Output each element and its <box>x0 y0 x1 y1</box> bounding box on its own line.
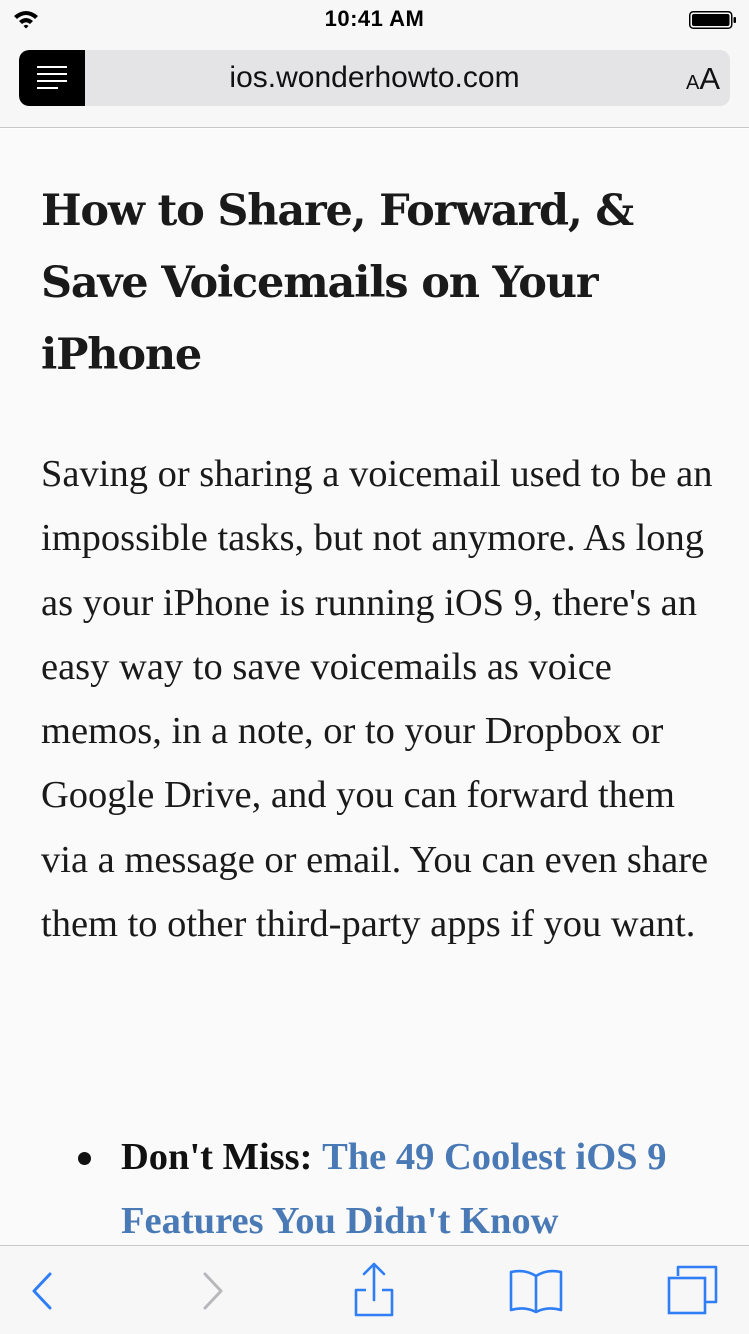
status-time: 10:41 AM <box>324 6 425 31</box>
tabs-button[interactable] <box>650 1246 740 1334</box>
url-text[interactable]: ios.wonderhowto.com <box>85 50 664 106</box>
bookmarks-book-icon <box>509 1269 563 1314</box>
article-title: How to Share, Forward, & Save Voicemails… <box>41 186 634 380</box>
battery-icon <box>689 11 737 29</box>
related-links-list: Don't Miss: The 49 Coolest iOS 9 Feature… <box>78 1125 718 1245</box>
tabs-icon <box>667 1265 718 1315</box>
address-bar[interactable]: ios.wonderhowto.com AA <box>19 50 730 106</box>
share-button[interactable] <box>330 1246 420 1334</box>
dont-miss-label: Don't Miss: <box>121 1136 313 1178</box>
reader-view-content[interactable]: How to Share, Forward, & Save Voicemails… <box>0 129 749 1245</box>
text-size-button[interactable]: AA <box>686 50 720 106</box>
list-item: Don't Miss: The 49 Coolest iOS 9 Feature… <box>78 1125 718 1245</box>
forward-button[interactable] <box>175 1246 265 1334</box>
back-button[interactable] <box>0 1246 90 1334</box>
forward-chevron-icon <box>203 1272 223 1310</box>
reader-view-button[interactable] <box>19 50 85 106</box>
text-size-small-label: A <box>685 72 700 94</box>
address-bar-container: ios.wonderhowto.com AA <box>0 40 749 128</box>
bottom-toolbar <box>0 1245 749 1334</box>
reader-view-icon <box>37 66 67 89</box>
text-size-large-label: A <box>699 61 720 96</box>
share-icon <box>354 1262 394 1317</box>
back-chevron-icon <box>32 1272 52 1310</box>
article-paragraph: Saving or sharing a voicemail used to be… <box>41 453 713 946</box>
bullet-dot <box>78 1152 91 1165</box>
status-bar: 10:41 AM <box>0 0 749 40</box>
bookmarks-button[interactable] <box>490 1246 580 1334</box>
